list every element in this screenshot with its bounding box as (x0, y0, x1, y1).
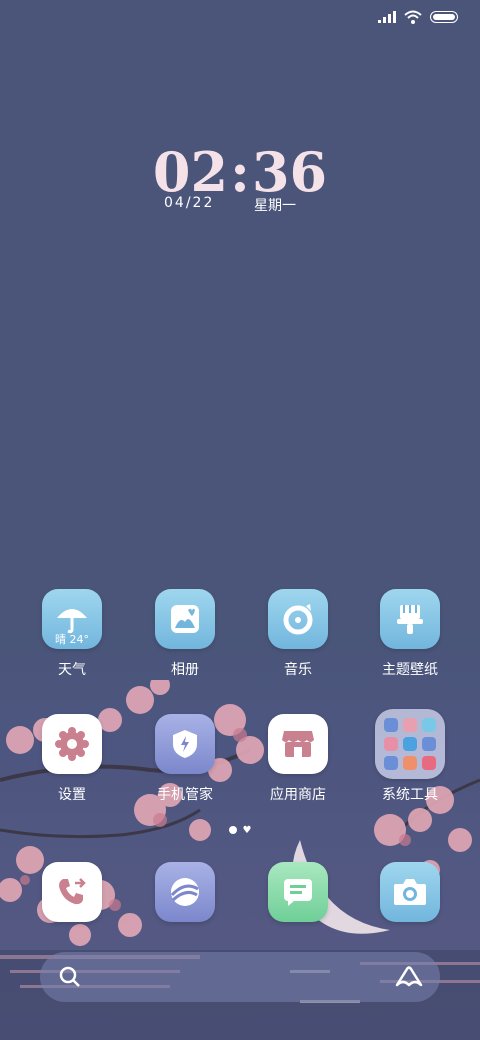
heart-icon[interactable]: ♥ (243, 825, 252, 836)
app-music-icon[interactable] (268, 589, 328, 649)
battery-icon (430, 11, 458, 23)
shield-icon (173, 730, 197, 758)
page-dot-current[interactable] (228, 826, 237, 834)
app-store[interactable]: 应用商店 (248, 714, 348, 804)
app-settings-icon[interactable] (42, 714, 102, 774)
weekday-text: 星期一 (254, 198, 296, 214)
store-icon (282, 731, 314, 757)
status-bar (378, 10, 458, 24)
folder-icon[interactable] (375, 709, 445, 779)
dock-phone[interactable] (22, 862, 122, 922)
search-icon[interactable] (58, 965, 82, 989)
app-label: 天气 (58, 662, 86, 678)
dock-messages[interactable] (248, 862, 348, 922)
dock-camera-icon[interactable] (380, 862, 440, 922)
gallery-icon (171, 605, 199, 633)
messages-icon (284, 879, 312, 906)
app-weather[interactable]: 晴 24° 天气 (22, 589, 122, 679)
app-gallery-icon[interactable] (155, 589, 215, 649)
folder-preview-grid (384, 718, 436, 770)
music-icon (283, 604, 313, 635)
app-label: 设置 (58, 787, 86, 803)
app-phone-manager[interactable]: 手机管家 (135, 714, 235, 804)
app-themes[interactable]: 主题壁纸 (360, 589, 460, 679)
paintbrush-icon (397, 605, 423, 634)
camera-icon (394, 879, 426, 905)
app-settings[interactable]: 设置 (22, 714, 122, 804)
phone-icon (59, 878, 86, 905)
assistant-icon[interactable] (394, 965, 424, 989)
weather-summary: 晴 24° (55, 633, 89, 646)
app-phone-manager-icon[interactable] (155, 714, 215, 774)
app-label: 应用商店 (270, 787, 326, 803)
page-indicator[interactable]: ♥ (0, 825, 480, 836)
app-weather-icon[interactable]: 晴 24° (42, 589, 102, 649)
app-label: 主题壁纸 (382, 662, 438, 678)
app-music[interactable]: 音乐 (248, 589, 348, 679)
app-label: 手机管家 (157, 787, 213, 803)
dock-phone-icon[interactable] (42, 862, 102, 922)
signal-icon (378, 11, 396, 23)
app-store-icon[interactable] (268, 714, 328, 774)
date-text: 04/22 (164, 195, 215, 211)
gear-icon (55, 727, 89, 761)
browser-icon (170, 878, 199, 906)
dock-browser[interactable] (135, 862, 235, 922)
app-label: 系统工具 (382, 787, 438, 803)
app-themes-icon[interactable] (380, 589, 440, 649)
app-label: 相册 (171, 662, 199, 678)
app-gallery[interactable]: 相册 (135, 589, 235, 679)
dock-messages-icon[interactable] (268, 862, 328, 922)
date-row: 04/22 星期一 (0, 195, 480, 215)
wifi-icon (404, 10, 422, 24)
search-bar[interactable] (40, 952, 440, 1002)
app-system-tools-folder[interactable]: 系统工具 (360, 709, 460, 804)
app-label: 音乐 (284, 662, 312, 678)
dock-browser-icon[interactable] (155, 862, 215, 922)
dock-camera[interactable] (360, 862, 460, 922)
